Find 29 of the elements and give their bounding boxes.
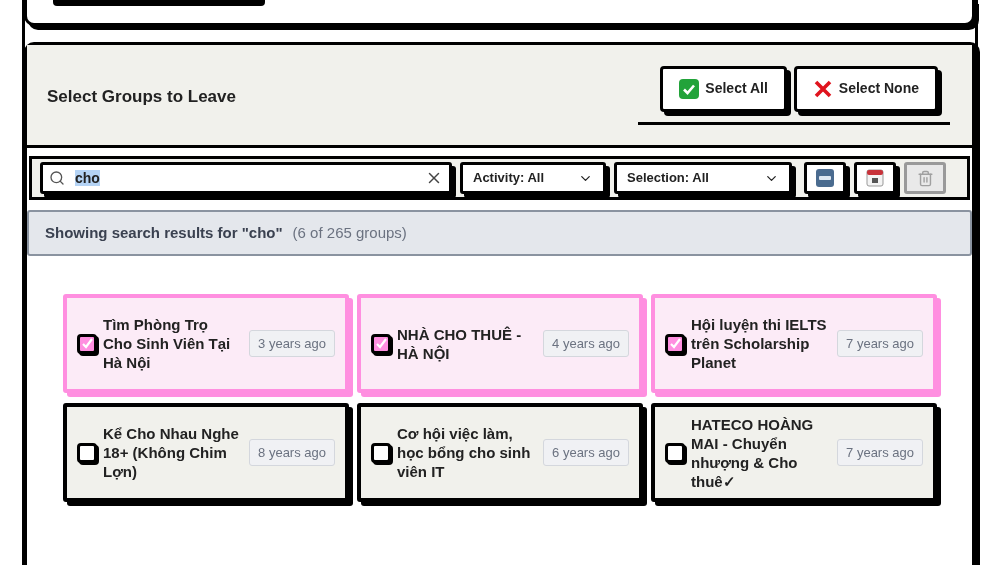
results-message: Showing search results for "cho" — [45, 222, 283, 243]
checkbox[interactable] — [665, 442, 685, 463]
cross-mark-icon — [812, 78, 833, 99]
checkbox[interactable] — [371, 442, 391, 463]
group-name: NHÀ CHO THUÊ - HÀ NỘI — [397, 324, 523, 363]
check-icon — [668, 337, 682, 350]
age-tag: 7 years ago — [837, 329, 923, 358]
trash-icon — [916, 169, 934, 187]
search-icon — [49, 170, 65, 186]
check-icon — [374, 337, 388, 350]
checkbox[interactable] — [77, 442, 97, 463]
checkbox[interactable] — [371, 333, 391, 354]
checkbox[interactable] — [665, 333, 685, 354]
group-name: Cơ hội việc làm, học bổng cho sinh viên IT — [397, 424, 532, 481]
group-name: Tìm Phòng Trọ Cho Sinh Viên Tại Hà Nội — [103, 315, 232, 372]
age-tag: 4 years ago — [543, 329, 629, 358]
age-tag: 6 years ago — [543, 438, 629, 467]
age-tag: 8 years ago — [249, 438, 335, 467]
results-count: (6 of 265 groups) — [292, 222, 407, 243]
group-name: HATECO HOÀNG MAI - Chuyển nhượng & Cho thuê✓ — [691, 414, 815, 491]
calendar-icon — [866, 169, 884, 187]
check-icon — [80, 337, 94, 350]
group-name: Hội luyện thi IELTS trên Scholarship Planet — [691, 315, 828, 372]
age-tag: 7 years ago — [837, 438, 923, 467]
check-mark-icon — [679, 78, 700, 99]
group-name: Kể Cho Nhau Nghe 18+ (Không Chim Lợn) — [103, 424, 240, 481]
panel-title: Select Groups to Leave — [47, 86, 236, 109]
age-tag: 3 years ago — [249, 329, 335, 358]
checkbox[interactable] — [77, 333, 97, 354]
